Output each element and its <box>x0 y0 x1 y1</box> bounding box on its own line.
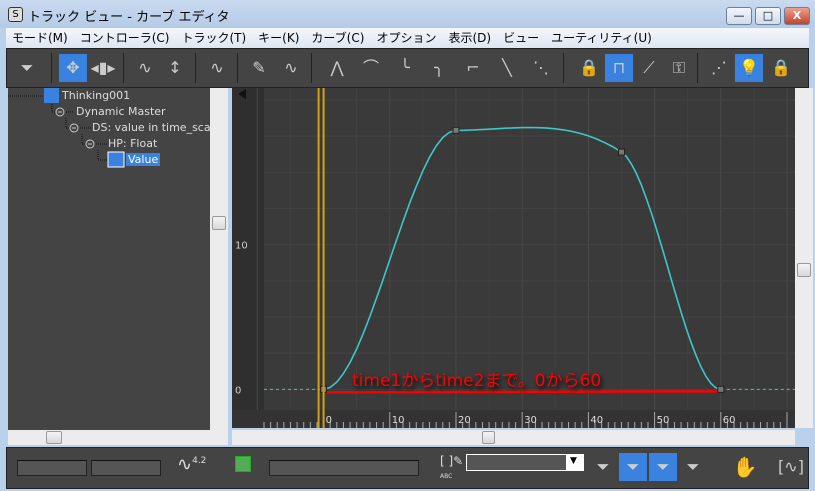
menu-item[interactable]: オプション <box>370 28 442 47</box>
tree-node[interactable]: Dynamic Master <box>76 105 166 118</box>
y-tick-label: 0 <box>235 385 241 396</box>
pan-icon[interactable]: ✋ <box>731 453 759 481</box>
toolbar-divider <box>697 53 698 83</box>
zoom-extents-icon[interactable]: [∿] <box>777 453 805 481</box>
value-field[interactable] <box>91 460 161 476</box>
key-point <box>452 126 460 134</box>
range-bar <box>323 390 721 394</box>
menu-item[interactable]: トラック(T) <box>175 28 252 47</box>
slide-keys-icon[interactable]: ◂▮▸ <box>89 54 117 82</box>
curve-value-icon[interactable]: ∿4.2 <box>177 454 206 475</box>
tree-vertical-scrollbar[interactable] <box>210 88 228 430</box>
abc-label: ABC <box>440 473 453 480</box>
filter-selected-tracks-icon[interactable]: ⏷ <box>649 453 677 481</box>
toolbar-divider <box>237 53 238 83</box>
filter-animated-icon[interactable]: ⏷ <box>589 453 617 481</box>
graph-hscroll-thumb[interactable] <box>481 431 495 444</box>
toolbar-divider <box>195 53 196 83</box>
menu-item[interactable]: 表示(D) <box>442 28 497 47</box>
graph-vscroll-thumb[interactable] <box>797 263 811 277</box>
reduce-keys-icon[interactable]: ∿ <box>277 54 305 82</box>
show-all-tangents-icon[interactable]: ⋰ <box>705 54 733 82</box>
menu-item[interactable]: ビュー <box>497 28 545 47</box>
x-tick-label: 10 <box>392 415 405 426</box>
title-bar: S トラック ビュー - カーブ エディタ — □ X <box>0 0 815 28</box>
lock-tangents-icon[interactable]: 🔒 <box>767 54 795 82</box>
rename-icon[interactable]: [ ]✎ <box>440 454 463 468</box>
scale-values-icon[interactable]: ↕ <box>161 54 189 82</box>
zoom-selected-object-icon[interactable] <box>235 456 251 472</box>
x-tick-label: 50 <box>657 415 670 426</box>
tree-node[interactable]: Value <box>126 153 161 166</box>
controller-tree: Thinking001 Dynamic Master DS: value in ti… <box>8 88 228 430</box>
toolbar-divider <box>311 53 312 83</box>
filter-icon[interactable]: ⏷ <box>13 54 41 82</box>
chevron-down-icon[interactable]: ▼ <box>570 456 577 466</box>
tree-node[interactable]: DS: value in time_scale <box>92 121 220 134</box>
auto-tangent-icon[interactable]: ⋀ <box>323 54 351 82</box>
lock-selection-icon[interactable]: 🔒 <box>575 54 603 82</box>
graph-vertical-scrollbar[interactable] <box>795 88 813 428</box>
snap-frames-icon[interactable]: ⊓ <box>605 54 633 82</box>
filter-unlocked-icon[interactable]: ⏷ <box>679 453 707 481</box>
curve-toolbar: ⏷ ✥ ◂▮▸ ∿ ↕ ∿ ✎ ∿ ⋀ ⌒ ╰ ╮ ⌐ ╲ ⋱ 🔒 ⊓ ⟋ ⚿ ⋰ 💡 🔒 <box>6 48 809 88</box>
toolbar-divider <box>51 53 52 83</box>
step-tangent-icon[interactable]: ⌐ <box>459 54 487 82</box>
menu-item[interactable]: キー(K) <box>252 28 305 47</box>
draw-curves-icon[interactable]: ✎ <box>245 54 273 82</box>
menu-item[interactable]: カーブ(C) <box>305 28 370 47</box>
frame-field[interactable] <box>17 460 87 476</box>
time-ruler[interactable]: 0 10 20 30 40 50 60 <box>232 410 795 428</box>
curve-value-label: 4.2 <box>192 456 207 466</box>
key-point <box>617 148 625 156</box>
menu-item[interactable]: コントローラ(C) <box>74 28 176 47</box>
toolbar-divider <box>123 53 124 83</box>
move-keys-icon[interactable]: ✥ <box>59 54 87 82</box>
close-button[interactable]: X <box>784 7 810 25</box>
menu-item[interactable]: ユーティリティ(U) <box>545 28 658 47</box>
x-tick-label: 30 <box>524 415 537 426</box>
smooth-tangent-icon[interactable]: ⋱ <box>527 54 555 82</box>
show-tangents-icon[interactable]: 💡 <box>735 54 763 82</box>
show-keyable-icon[interactable]: ⚿ <box>665 54 693 82</box>
x-tick-label: 20 <box>458 415 471 426</box>
parameter-curve-oor-icon[interactable]: ⟋ <box>635 54 663 82</box>
y-tick-label: 10 <box>235 241 248 252</box>
app-icon: S <box>8 7 23 22</box>
x-tick-label: 0 <box>326 415 332 426</box>
tree-hscroll-thumb[interactable] <box>46 431 62 444</box>
add-keys-icon[interactable]: ∿ <box>203 54 231 82</box>
x-tick-label: 40 <box>590 415 603 426</box>
annotation-text: time1からtime2まで。0から60 <box>352 371 602 391</box>
selection-dropdown[interactable] <box>466 454 584 471</box>
curve-graph[interactable]: 0 10 time1からtime2まで。0から60 <box>232 88 795 410</box>
spline-tangent-icon[interactable]: ⌒ <box>357 54 385 82</box>
minimize-button[interactable]: — <box>726 7 752 25</box>
graph-horizontal-scrollbar[interactable] <box>232 430 795 445</box>
toolbar-divider <box>563 53 564 83</box>
tree-horizontal-scrollbar[interactable] <box>8 430 228 445</box>
menu-bar: モード(M) コントローラ(C) トラック(T) キー(K) カーブ(C) オプション 表示… <box>6 28 809 48</box>
fast-tangent-icon[interactable]: ╰ <box>391 54 419 82</box>
scale-keys-icon[interactable]: ∿ <box>131 54 159 82</box>
maximize-button[interactable]: □ <box>755 7 781 25</box>
tree-node[interactable]: HP: Float <box>108 137 157 150</box>
tree-node[interactable]: Thinking001 <box>62 89 130 102</box>
menu-item[interactable]: モード(M) <box>6 28 74 47</box>
tree-scroll-thumb[interactable] <box>212 216 226 230</box>
linear-tangent-icon[interactable]: ╲ <box>493 54 521 82</box>
key-point <box>717 385 725 393</box>
filter-selected-icon[interactable]: ⏷ <box>619 453 647 481</box>
selected-object-field[interactable] <box>269 460 419 476</box>
slow-tangent-icon[interactable]: ╮ <box>425 54 453 82</box>
window-title: トラック ビュー - カーブ エディタ <box>28 10 230 25</box>
x-tick-label: 60 <box>723 415 736 426</box>
status-toolbar: ∿4.2 [ ]✎ ABC ▼ ⏷ ⏷ ⏷ ⏷ ✋ [∿] <box>6 447 809 489</box>
